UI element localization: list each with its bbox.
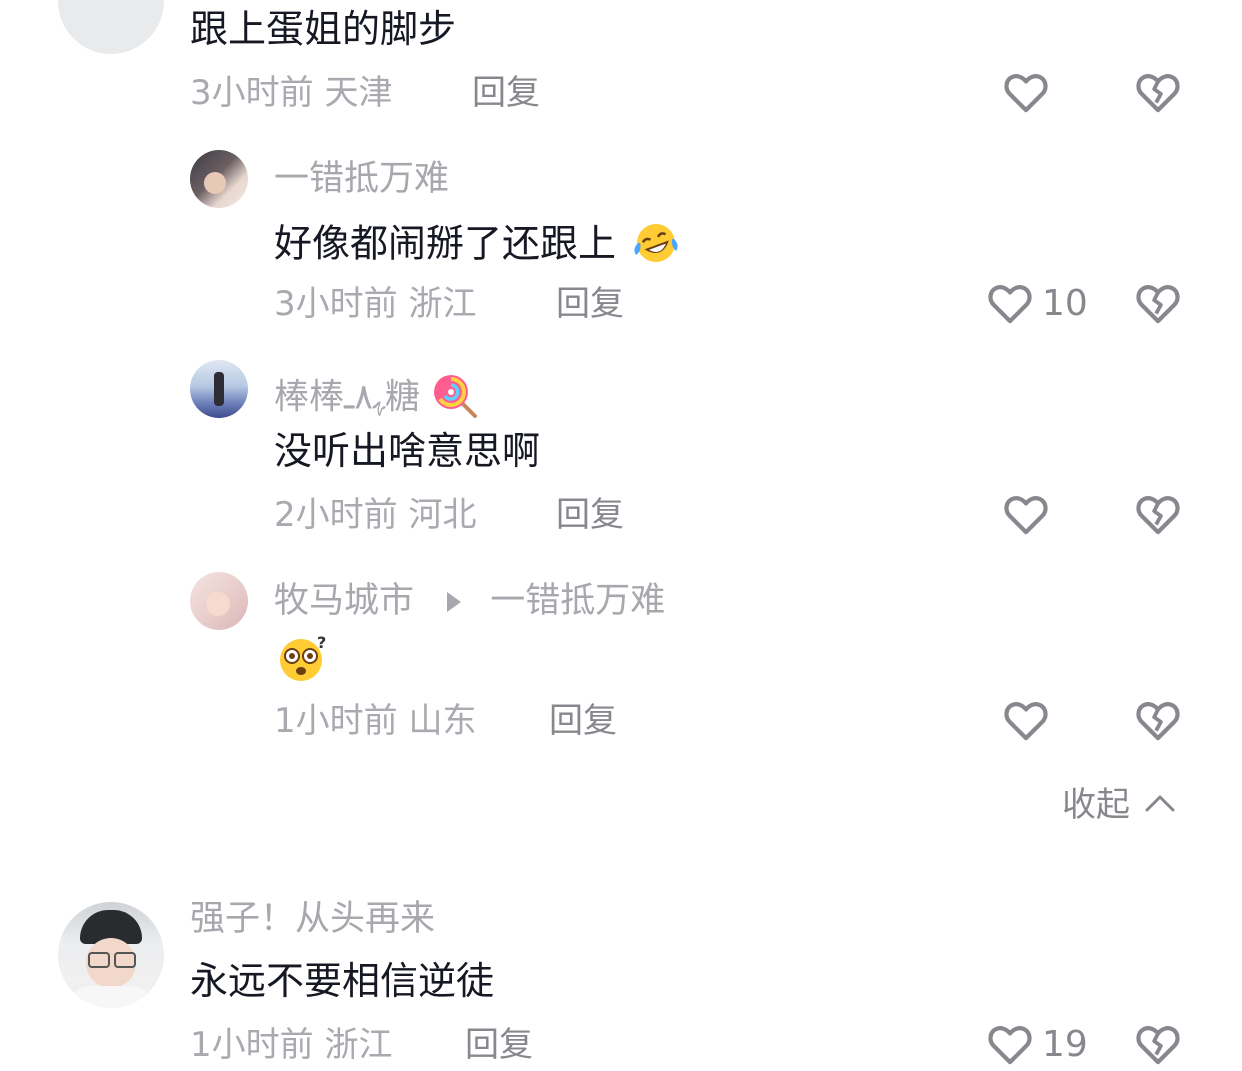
reply-meta: 1小时前 山东 — [274, 704, 476, 738]
chevron-up-icon — [1144, 793, 1176, 817]
comment-time: 3小时前 — [190, 73, 314, 113]
dislike-icon[interactable] — [1135, 492, 1181, 536]
reply-button[interactable]: 回复 — [472, 76, 540, 110]
avatar[interactable] — [190, 572, 248, 630]
reply-username-text: 棒棒ﮩ٨ـ糖 — [274, 377, 421, 418]
comment-text: 跟上蛋姐的脚步 — [190, 7, 457, 51]
reply-to-arrow-icon — [447, 592, 462, 612]
reply-meta: 3小时前 浙江 — [274, 287, 476, 321]
reply-button[interactable]: 回复 — [465, 1028, 533, 1062]
reply-button[interactable]: 回复 — [556, 287, 624, 321]
reply-button[interactable]: 回复 — [556, 498, 624, 532]
comment-meta: 1小时前 浙江 — [190, 1028, 392, 1062]
comment-location: 浙江 — [324, 1025, 393, 1065]
like-icon[interactable] — [1003, 492, 1049, 536]
reply-username[interactable]: 牧马城市 — [274, 581, 414, 621]
like-icon[interactable] — [1003, 70, 1049, 114]
collapse-replies-button[interactable]: 收起 — [1062, 788, 1176, 822]
laughing-emoji-icon — [632, 221, 680, 271]
reply-location: 浙江 — [408, 284, 477, 324]
dizzy-face-emoji-icon: ? — [277, 633, 329, 686]
reply-text: 没听出啥意思啊 — [274, 429, 541, 473]
collapse-label: 收起 — [1062, 785, 1130, 825]
reply-text: 好像都闹掰了还跟上 — [274, 221, 680, 271]
reply-username[interactable]: 棒棒ﮩ٨ـ糖 — [274, 372, 481, 425]
reply-time: 3小时前 — [274, 284, 398, 324]
reply-time: 1小时前 — [274, 701, 398, 741]
comment-username[interactable]: 强子！从头再来 — [190, 902, 435, 937]
reply-time: 2小时前 — [274, 495, 398, 535]
avatar[interactable] — [58, 0, 164, 54]
svg-text:?: ? — [317, 634, 326, 652]
reply-button[interactable]: 回复 — [549, 704, 617, 738]
reply-location: 河北 — [408, 495, 477, 535]
avatar[interactable] — [190, 150, 248, 208]
dislike-icon[interactable] — [1135, 281, 1181, 325]
avatar[interactable] — [58, 902, 164, 1008]
like-count: 19 — [1042, 1024, 1088, 1065]
like-icon[interactable] — [987, 1022, 1033, 1066]
like-count: 10 — [1042, 283, 1088, 324]
like-icon[interactable] — [1003, 698, 1049, 742]
comment-location: 天津 — [324, 73, 393, 113]
comment-time: 1小时前 — [190, 1025, 314, 1065]
dislike-icon[interactable] — [1135, 698, 1181, 742]
reply-to-username[interactable]: 一错抵万难 — [490, 581, 665, 621]
reply-meta: 2小时前 河北 — [274, 498, 476, 532]
reply-username[interactable]: 一错抵万难 — [274, 162, 449, 197]
avatar[interactable] — [190, 360, 248, 418]
lollipop-icon — [431, 372, 481, 425]
reply-location: 山东 — [408, 701, 477, 741]
dislike-icon[interactable] — [1135, 1022, 1181, 1066]
comment-text: 永远不要相信逆徒 — [190, 959, 495, 1003]
dislike-icon[interactable] — [1135, 70, 1181, 114]
reply-text-content: 好像都闹掰了还跟上 — [274, 221, 617, 266]
reply-username-line: 牧马城市 一错抵万难 — [274, 584, 665, 619]
comment-meta: 3小时前 天津 — [190, 76, 392, 110]
like-icon[interactable] — [987, 281, 1033, 325]
